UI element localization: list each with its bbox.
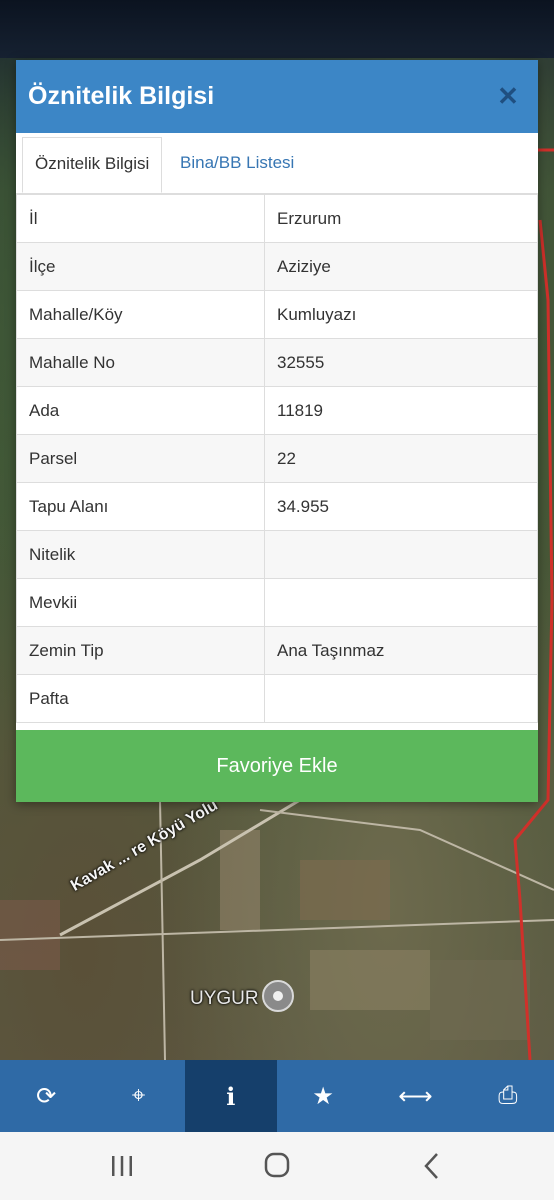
attribute-info-modal: Öznitelik Bilgisi ✕ Öznitelik Bilgisi Bi… — [16, 60, 538, 802]
star-icon[interactable]: ★ — [277, 1060, 369, 1132]
modal-header: Öznitelik Bilgisi ✕ — [16, 60, 538, 133]
row-key: Mahalle No — [16, 338, 265, 387]
row-value: 34.955 — [264, 482, 538, 531]
info-icon[interactable]: i — [184, 1060, 277, 1132]
row-key: Nitelik — [16, 530, 265, 579]
tab-building-list[interactable]: Bina/BB Listesi — [168, 137, 306, 193]
table-row: Zemin Tip Ana Taşınmaz — [16, 626, 538, 675]
row-value — [264, 578, 538, 627]
row-value: 11819 — [264, 386, 538, 435]
row-value: Aziziye — [264, 242, 538, 291]
system-nav-bar — [0, 1132, 554, 1200]
back-icon[interactable] — [412, 1148, 452, 1184]
table-row: Mahalle/Köy Kumluyazı — [16, 290, 538, 339]
row-value: 32555 — [264, 338, 538, 387]
row-value — [264, 674, 538, 723]
table-row: Tapu Alanı 34.955 — [16, 482, 538, 531]
row-key: Ada — [16, 386, 265, 435]
row-key: Parsel — [16, 434, 265, 483]
info-glyph: i — [226, 1081, 236, 1111]
row-key: Mevkii — [16, 578, 265, 627]
row-key: İlçe — [16, 242, 265, 291]
home-icon[interactable] — [257, 1148, 297, 1184]
recent-apps-icon[interactable] — [102, 1148, 142, 1184]
location-pin-icon[interactable] — [262, 980, 294, 1012]
row-value: Ana Taşınmaz — [264, 626, 538, 675]
row-key: Zemin Tip — [16, 626, 265, 675]
refresh-icon[interactable]: ⟳ — [0, 1060, 92, 1132]
row-key: İl — [16, 194, 265, 243]
table-row: Nitelik — [16, 530, 538, 579]
locate-icon[interactable]: ⌖ — [92, 1060, 184, 1132]
bottom-toolbar: ⟳ ⌖ i ★ ⟷ ⎙ — [0, 1060, 554, 1132]
tab-attribute-info[interactable]: Öznitelik Bilgisi — [22, 137, 163, 193]
row-key: Tapu Alanı — [16, 482, 265, 531]
attribute-table-scroll[interactable]: İl Erzurum İlçe Aziziye Mahalle/Köy Kuml… — [16, 194, 538, 743]
place-label: UYGUR — [190, 988, 259, 1009]
row-value: Kumluyazı — [264, 290, 538, 339]
measure-icon[interactable]: ⟷ — [369, 1060, 461, 1132]
table-row: Mahalle No 32555 — [16, 338, 538, 387]
table-row: Parsel 22 — [16, 434, 538, 483]
table-row: Pafta — [16, 674, 538, 723]
row-key: Mahalle/Köy — [16, 290, 265, 339]
table-row: Mevkii — [16, 578, 538, 627]
close-icon[interactable]: ✕ — [494, 82, 522, 110]
modal-tabs: Öznitelik Bilgisi Bina/BB Listesi — [16, 133, 538, 194]
modal-title: Öznitelik Bilgisi — [28, 82, 215, 110]
attribute-table: İl Erzurum İlçe Aziziye Mahalle/Köy Kuml… — [16, 194, 538, 723]
row-value: Erzurum — [264, 194, 538, 243]
table-row: İl Erzurum — [16, 194, 538, 243]
row-value: 22 — [264, 434, 538, 483]
table-row: İlçe Aziziye — [16, 242, 538, 291]
row-key: Pafta — [16, 674, 265, 723]
row-value — [264, 530, 538, 579]
add-favorite-button[interactable]: Favoriye Ekle — [16, 730, 538, 802]
print-icon[interactable]: ⎙ — [462, 1060, 554, 1132]
table-row: Ada 11819 — [16, 386, 538, 435]
